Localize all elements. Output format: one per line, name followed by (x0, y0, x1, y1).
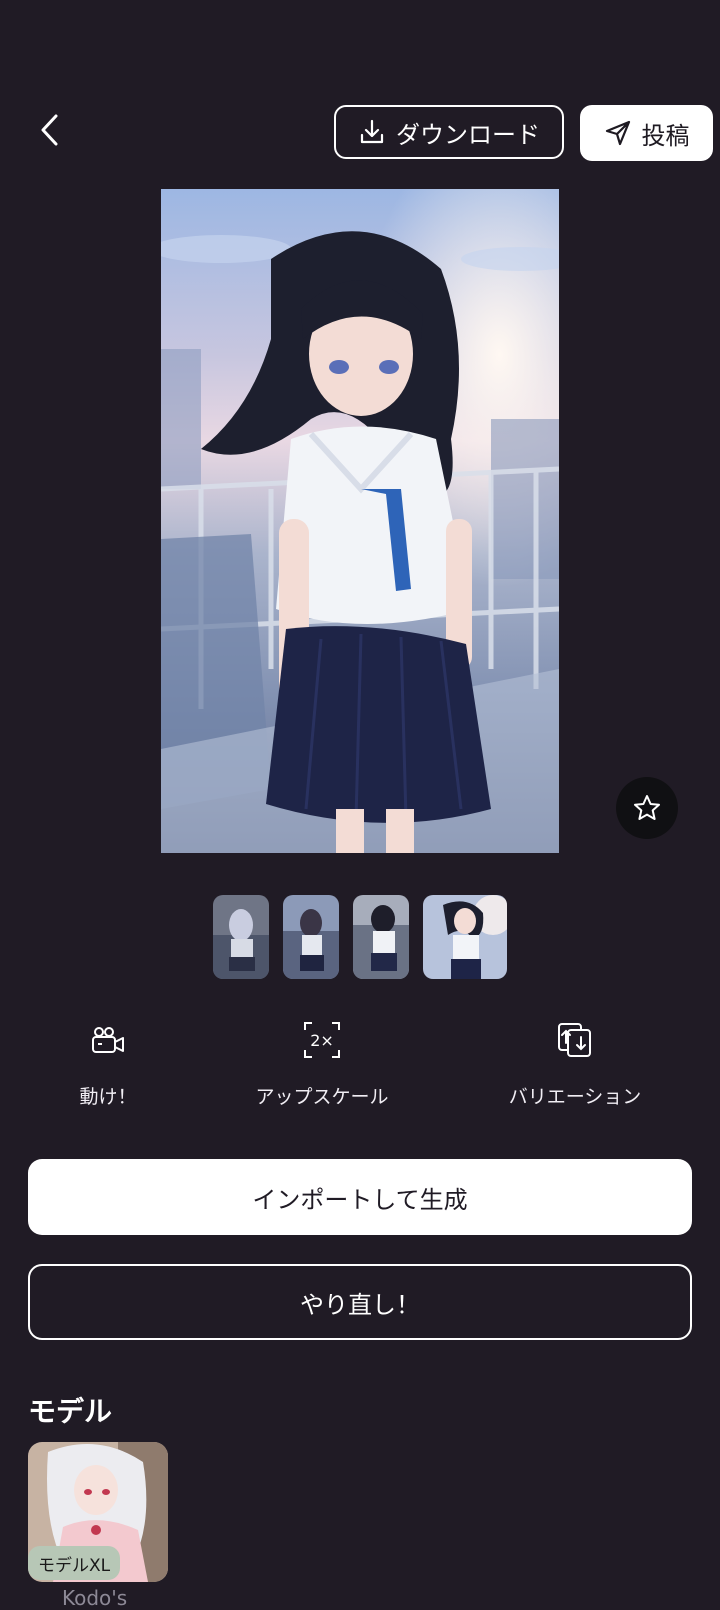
thumbnail-image (423, 895, 507, 979)
thumbnail-1[interactable] (213, 895, 269, 979)
model-section-title: モデル (28, 1395, 113, 1428)
thumbnail-image (213, 895, 269, 979)
import-generate-button[interactable]: インポートして生成 (28, 1159, 692, 1235)
thumbnail-image (353, 895, 409, 979)
variation-icon (558, 1023, 591, 1057)
star-icon (634, 795, 660, 820)
download-button[interactable]: ダウンロード (334, 105, 564, 159)
video-camera-icon (92, 1027, 124, 1053)
post-label: 投稿 (641, 121, 690, 150)
animate-label: 動け！ (79, 1086, 137, 1108)
redo-button[interactable]: やり直し！ (28, 1264, 692, 1340)
redo-label: やり直し！ (300, 1290, 420, 1319)
thumbnail-4-selected[interactable] (423, 895, 507, 979)
animate-action[interactable]: 動け！ (48, 1018, 168, 1109)
download-label: ダウンロード (396, 120, 540, 149)
variation-label: バリエーション (508, 1086, 642, 1108)
chevron-left-icon (41, 114, 58, 146)
upscale-action[interactable]: 2× アップスケール (247, 1018, 397, 1109)
model-badge: モデルXL (28, 1546, 121, 1580)
svg-text:2×: 2× (310, 1031, 334, 1050)
generated-image[interactable] (161, 189, 559, 853)
upscale-label: アップスケール (255, 1086, 389, 1108)
upscale-2x-icon: 2× (304, 1022, 340, 1058)
thumbnail-3[interactable] (353, 895, 409, 979)
generated-image-art (161, 189, 559, 853)
favorite-button[interactable] (616, 777, 678, 839)
back-button[interactable] (28, 108, 72, 152)
send-icon (605, 120, 630, 146)
model-name: Kodo's (62, 1586, 128, 1610)
import-generate-label: インポートして生成 (252, 1185, 468, 1214)
variation-action[interactable]: バリエーション (500, 1018, 650, 1109)
download-icon (360, 119, 384, 144)
thumbnail-2[interactable] (283, 895, 339, 979)
post-button[interactable]: 投稿 (580, 105, 713, 161)
thumbnail-image (283, 895, 339, 979)
